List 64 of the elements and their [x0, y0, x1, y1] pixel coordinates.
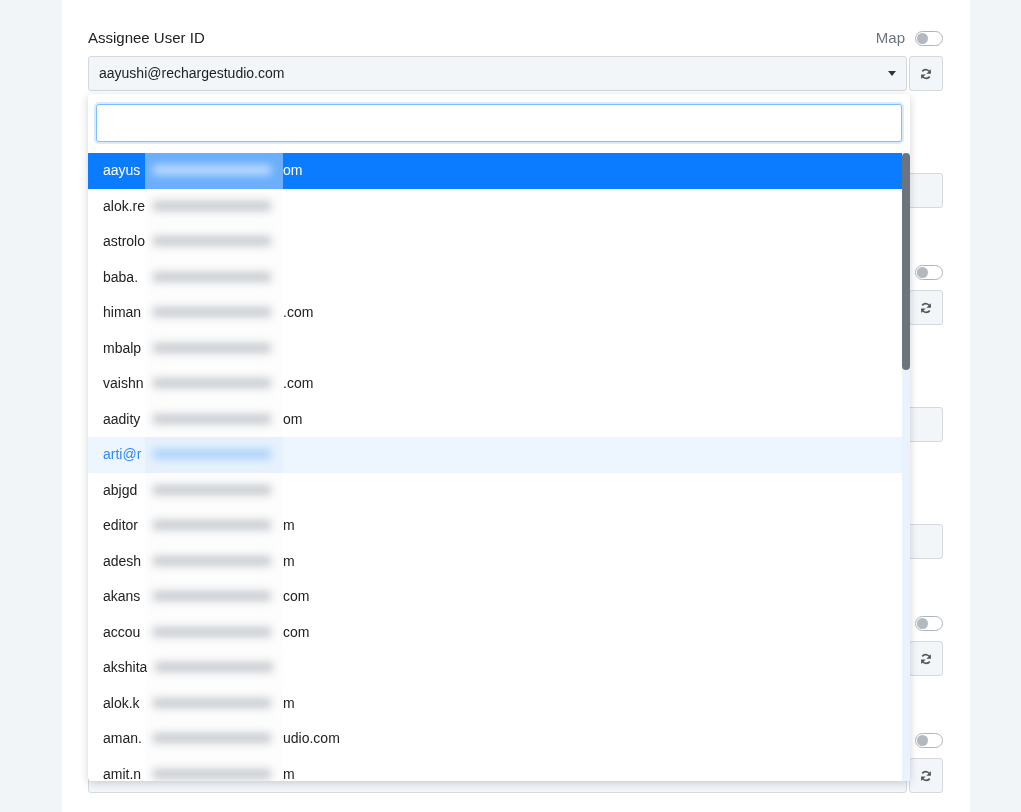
refresh-icon: [920, 769, 932, 782]
option-text: om: [283, 409, 303, 429]
field-label: Assignee User ID: [88, 27, 205, 48]
option-text: akans: [103, 587, 142, 607]
dropdown-option[interactable]: amit.n m: [88, 756, 902, 781]
refresh-button[interactable]: [909, 641, 943, 676]
option-text: astrolo: [103, 232, 146, 252]
toggle-switch[interactable]: [915, 30, 943, 46]
option-text: adesh: [103, 551, 143, 571]
dropdown-option[interactable]: aadity om: [88, 401, 902, 437]
option-text: m: [283, 764, 295, 781]
dropdown-option[interactable]: mbalp: [88, 330, 902, 366]
option-text: accou: [103, 622, 142, 642]
assignee-select[interactable]: aayushi@rechargestudio.com: [88, 56, 908, 91]
dropdown-option[interactable]: editor m: [88, 508, 902, 544]
refresh-icon: [920, 652, 932, 665]
dropdown-option[interactable]: baba.: [88, 259, 902, 295]
refresh-button[interactable]: [909, 56, 943, 91]
option-text: m: [283, 551, 295, 571]
dropdown-option[interactable]: aayus om: [88, 153, 902, 189]
dropdown-option[interactable]: alok.k m: [88, 685, 902, 721]
dropdown-option[interactable]: himan .com: [88, 295, 902, 331]
refresh-icon: [920, 301, 932, 314]
option-text: himan: [103, 303, 143, 323]
option-text: arti@r: [103, 445, 143, 465]
option-text: alok.k: [103, 693, 141, 713]
toggle-switch[interactable]: [915, 264, 943, 280]
option-text: com: [283, 622, 310, 642]
option-text: abjgd: [103, 480, 139, 500]
dropdown-option[interactable]: aman. udio.com: [88, 721, 902, 757]
option-text: om: [283, 161, 303, 181]
dropdown-option[interactable]: alok.re: [88, 188, 902, 224]
option-text: .com: [283, 374, 314, 394]
option-text: udio.com: [283, 729, 340, 749]
toggle-switch[interactable]: [915, 615, 943, 631]
search-field[interactable]: [96, 104, 902, 142]
dropdown-option[interactable]: astrolo: [88, 224, 902, 260]
option-text: mbalp: [103, 338, 143, 358]
toggle-switch[interactable]: [915, 732, 943, 748]
dropdown-option[interactable]: akshita: [88, 650, 902, 686]
refresh-button[interactable]: [909, 758, 943, 793]
option-text: m: [283, 693, 295, 713]
dropdown-option[interactable]: abjgd: [88, 472, 902, 508]
dropdown-option[interactable]: accou com: [88, 614, 902, 650]
refresh-icon: [920, 67, 932, 80]
caret-icon: [888, 71, 897, 76]
option-text: aman.: [103, 729, 143, 749]
option-text: vaishn: [103, 374, 145, 394]
option-text: akshita: [103, 658, 148, 678]
dropdown-option[interactable]: vaishn .com: [88, 366, 902, 402]
option-text: aayus: [103, 161, 142, 181]
scrollbar[interactable]: [902, 153, 910, 781]
option-text: com: [283, 587, 310, 607]
option-text: m: [283, 516, 295, 536]
option-text: amit.n: [103, 764, 143, 781]
option-text: .com: [283, 303, 314, 323]
dropdown-option[interactable]: akans com: [88, 579, 902, 615]
option-text: editor: [103, 516, 140, 536]
dropdown-option[interactable]: adesh m: [88, 543, 902, 579]
option-text: alok.re: [103, 196, 146, 216]
option-text: baba.: [103, 267, 140, 287]
map-label: Map: [875, 27, 905, 48]
refresh-button[interactable]: [909, 290, 943, 325]
option-text: aadity: [103, 409, 142, 429]
